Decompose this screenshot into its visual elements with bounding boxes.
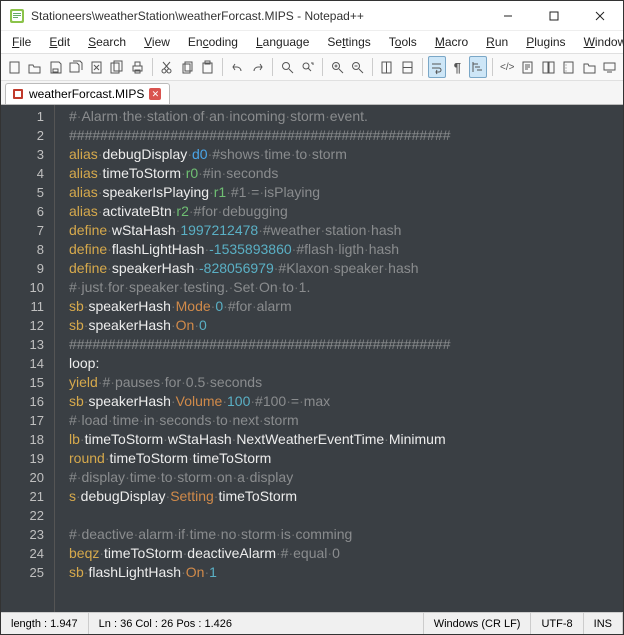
doc-map-icon[interactable] bbox=[518, 56, 537, 78]
find-icon[interactable] bbox=[278, 56, 297, 78]
code-line[interactable]: lb·timeToStorm·wStaHash·NextWeatherEvent… bbox=[69, 430, 623, 449]
file-tab-icon bbox=[12, 88, 24, 100]
menu-search[interactable]: Search bbox=[81, 33, 133, 51]
code-line[interactable]: alias·speakerIsPlaying·r1·#1·=·isPlaying bbox=[69, 183, 623, 202]
menu-window[interactable]: Window bbox=[577, 33, 624, 51]
toolbar-separator bbox=[422, 58, 423, 76]
code-line[interactable]: sb·flashLightHash·On·1 bbox=[69, 563, 623, 582]
code-line[interactable]: alias·debugDisplay·d0·#shows·time·to·sto… bbox=[69, 145, 623, 164]
code-line[interactable]: #·deactive·alarm·if·time·no·storm·is·com… bbox=[69, 525, 623, 544]
replace-icon[interactable] bbox=[298, 56, 317, 78]
code-line[interactable]: ########################################… bbox=[69, 126, 623, 145]
statusbar: length : 1.947 Ln : 36 Col : 26 Pos : 1.… bbox=[1, 612, 623, 634]
toolbar: ¶ </> bbox=[1, 53, 623, 81]
func-list-icon[interactable] bbox=[560, 56, 579, 78]
print-icon[interactable] bbox=[128, 56, 147, 78]
toolbar-separator bbox=[272, 58, 273, 76]
zoom-out-icon[interactable] bbox=[348, 56, 367, 78]
sync-v-icon[interactable] bbox=[378, 56, 397, 78]
code-line[interactable]: #·Alarm·the·station·of·an·incoming·storm… bbox=[69, 107, 623, 126]
status-position: Ln : 36 Col : 26 Pos : 1.426 bbox=[89, 613, 424, 634]
status-length: length : 1.947 bbox=[1, 613, 89, 634]
code-line[interactable]: loop: bbox=[69, 354, 623, 373]
close-all-icon[interactable] bbox=[108, 56, 127, 78]
code-line[interactable]: sb·speakerHash·Volume·100·#100·=·max bbox=[69, 392, 623, 411]
sync-h-icon[interactable] bbox=[398, 56, 417, 78]
file-tab-label: weatherForcast.MIPS bbox=[29, 87, 144, 101]
menu-run[interactable]: Run bbox=[479, 33, 515, 51]
code-line[interactable]: define·flashLightHash·-1535893860·#flash… bbox=[69, 240, 623, 259]
status-encoding[interactable]: UTF-8 bbox=[531, 613, 583, 634]
code-line[interactable]: yield·#·pauses·for·0.5·seconds bbox=[69, 373, 623, 392]
code-line[interactable]: ########################################… bbox=[69, 335, 623, 354]
status-eol[interactable]: Windows (CR LF) bbox=[424, 613, 532, 634]
toolbar-separator bbox=[322, 58, 323, 76]
tabbar: weatherForcast.MIPS ✕ bbox=[1, 81, 623, 105]
code-editor[interactable]: 123 456 789 101112 131415 161718 192021 … bbox=[1, 105, 623, 612]
toolbar-separator bbox=[222, 58, 223, 76]
code-line[interactable]: alias·activateBtn·r2·#for·debugging bbox=[69, 202, 623, 221]
menu-language[interactable]: Language bbox=[249, 33, 316, 51]
menubar: File Edit Search View Encoding Language … bbox=[1, 31, 623, 53]
new-file-icon[interactable] bbox=[5, 56, 24, 78]
copy-icon[interactable] bbox=[178, 56, 197, 78]
monitor-icon[interactable] bbox=[601, 56, 620, 78]
menu-view[interactable]: View bbox=[137, 33, 177, 51]
code-line[interactable]: #·just·for·speaker·testing.·Set·On·to·1. bbox=[69, 278, 623, 297]
code-line[interactable]: s·debugDisplay·Setting·timeToStorm bbox=[69, 487, 623, 506]
close-icon[interactable] bbox=[87, 56, 106, 78]
tab-close-icon[interactable]: ✕ bbox=[149, 88, 161, 100]
udl-icon[interactable]: </> bbox=[498, 56, 517, 78]
save-icon[interactable] bbox=[46, 56, 65, 78]
code-line[interactable]: round·timeToStorm·timeToStorm bbox=[69, 449, 623, 468]
code-line[interactable]: define·wStaHash·1997212478·#weather·stat… bbox=[69, 221, 623, 240]
status-insert-mode[interactable]: INS bbox=[584, 613, 623, 634]
code-line[interactable]: define·speakerHash·-828056979·#Klaxon·sp… bbox=[69, 259, 623, 278]
indent-guide-icon[interactable] bbox=[469, 56, 488, 78]
code-line[interactable]: sb·speakerHash·On·0 bbox=[69, 316, 623, 335]
menu-encoding[interactable]: Encoding bbox=[181, 33, 245, 51]
maximize-button[interactable] bbox=[531, 1, 577, 31]
app-icon bbox=[9, 8, 25, 24]
save-all-icon[interactable] bbox=[67, 56, 86, 78]
code-line[interactable]: #·display·time·to·storm·on·a·display bbox=[69, 468, 623, 487]
menu-tools[interactable]: Tools bbox=[382, 33, 424, 51]
menu-plugins[interactable]: Plugins bbox=[519, 33, 572, 51]
word-wrap-icon[interactable] bbox=[428, 56, 447, 78]
toolbar-separator bbox=[492, 58, 493, 76]
folder-workspace-icon[interactable] bbox=[580, 56, 599, 78]
show-all-chars-icon[interactable]: ¶ bbox=[448, 56, 467, 78]
line-number-gutter: 123 456 789 101112 131415 161718 192021 … bbox=[1, 105, 55, 612]
doc-list-icon[interactable] bbox=[539, 56, 558, 78]
menu-settings[interactable]: Settings bbox=[320, 33, 377, 51]
undo-icon[interactable] bbox=[228, 56, 247, 78]
window-title: Stationeers\weatherStation\weatherForcas… bbox=[31, 9, 485, 23]
code-area[interactable]: #·Alarm·the·station·of·an·incoming·storm… bbox=[55, 105, 623, 612]
code-line[interactable]: sb·speakerHash·Mode·0·#for·alarm bbox=[69, 297, 623, 316]
redo-icon[interactable] bbox=[249, 56, 268, 78]
toolbar-separator bbox=[372, 58, 373, 76]
code-line[interactable] bbox=[69, 506, 623, 525]
zoom-in-icon[interactable] bbox=[328, 56, 347, 78]
paste-icon[interactable] bbox=[199, 56, 218, 78]
menu-macro[interactable]: Macro bbox=[428, 33, 475, 51]
code-line[interactable]: alias·timeToStorm·r0·#in·seconds bbox=[69, 164, 623, 183]
minimize-button[interactable] bbox=[485, 1, 531, 31]
file-tab[interactable]: weatherForcast.MIPS ✕ bbox=[5, 83, 170, 104]
menu-file[interactable]: File bbox=[5, 33, 38, 51]
toolbar-separator bbox=[152, 58, 153, 76]
titlebar: Stationeers\weatherStation\weatherForcas… bbox=[1, 1, 623, 31]
close-window-button[interactable] bbox=[577, 1, 623, 31]
menu-edit[interactable]: Edit bbox=[42, 33, 77, 51]
code-line[interactable]: #·load·time·in·seconds·to·next·storm bbox=[69, 411, 623, 430]
cut-icon[interactable] bbox=[158, 56, 177, 78]
open-file-icon[interactable] bbox=[26, 56, 45, 78]
code-line[interactable]: beqz·timeToStorm·deactiveAlarm·#·equal·0 bbox=[69, 544, 623, 563]
